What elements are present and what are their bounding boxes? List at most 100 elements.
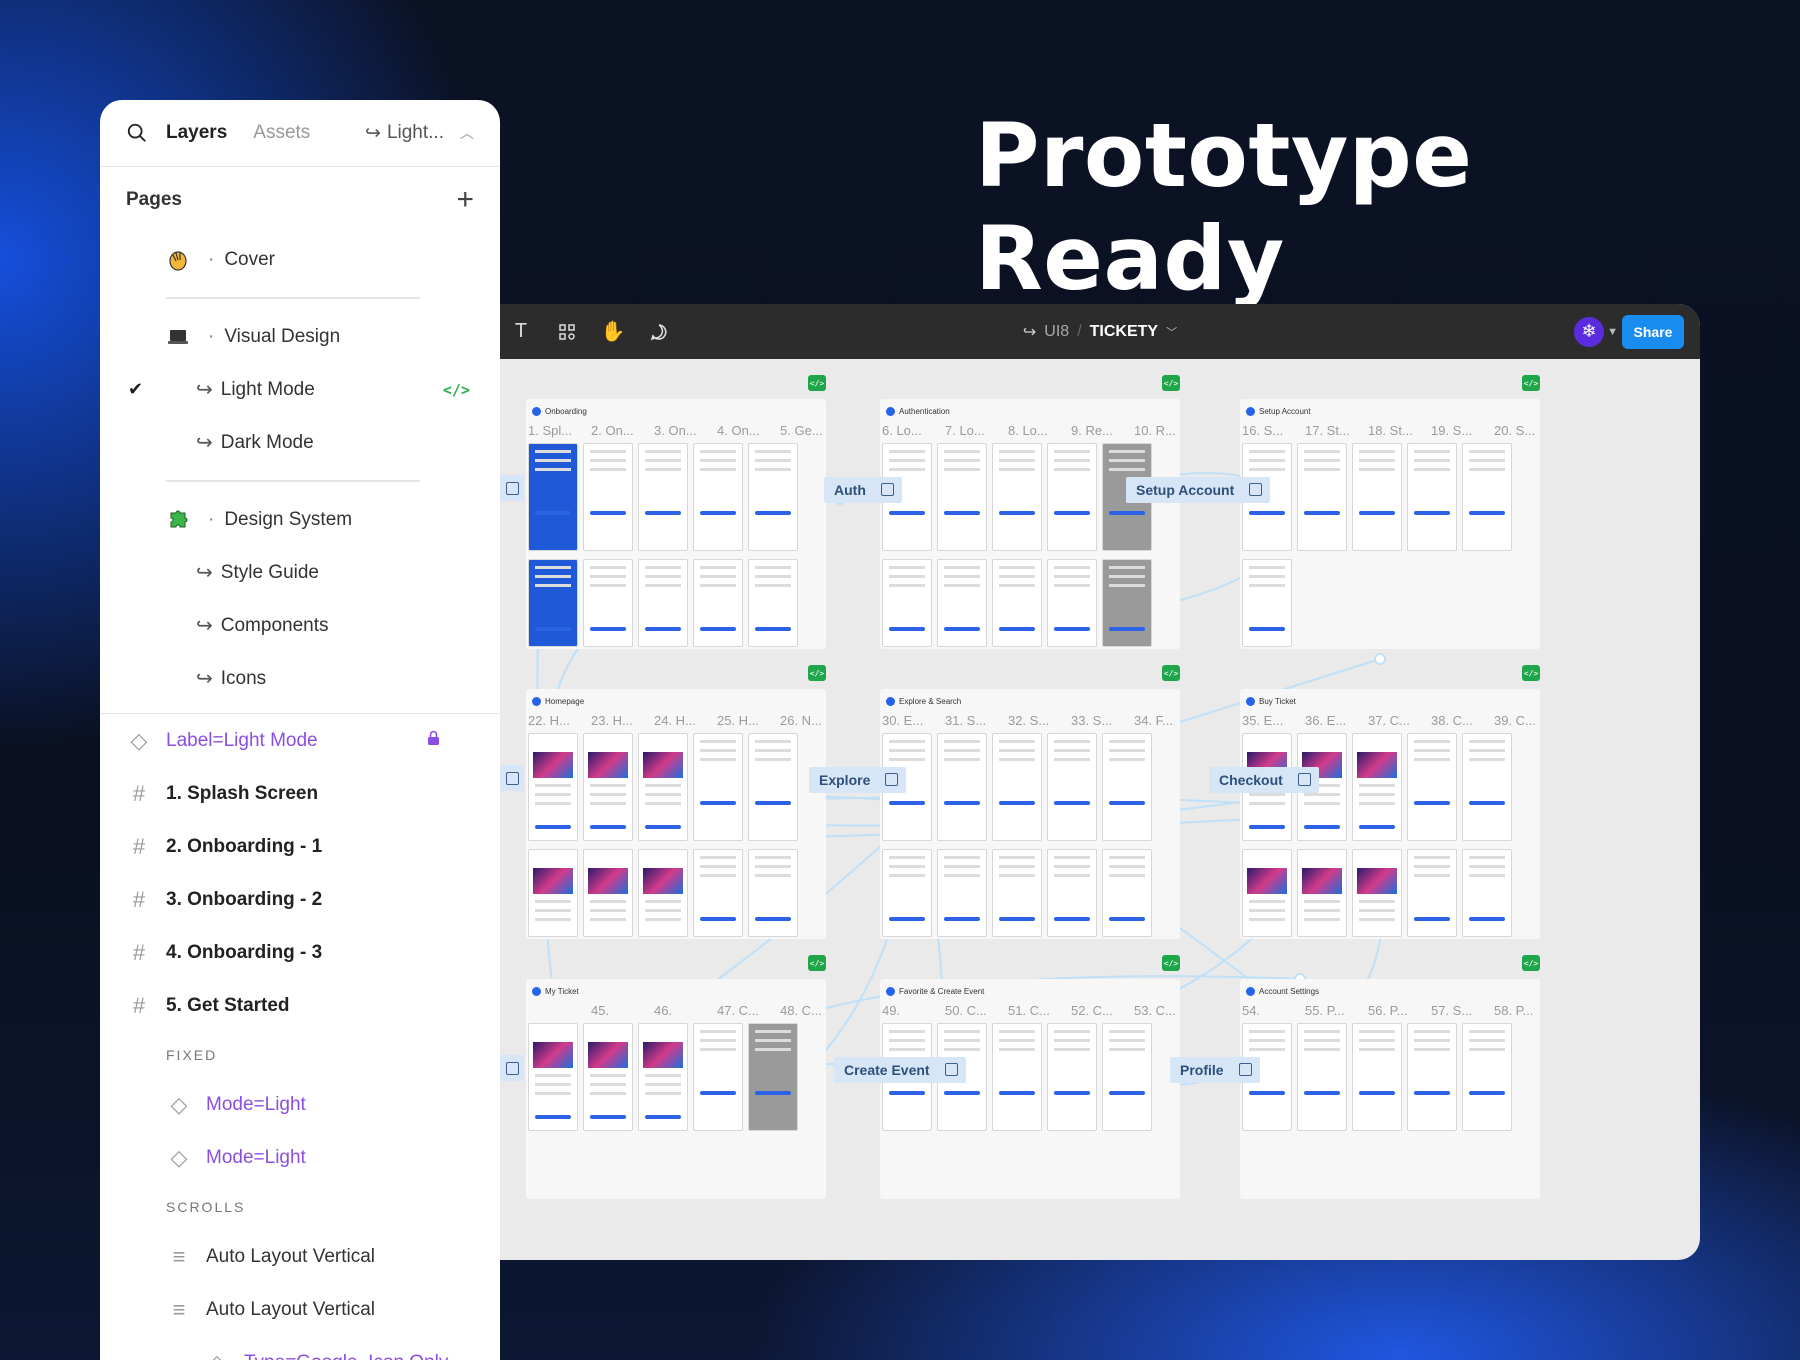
screen-thumbnail[interactable] — [1242, 849, 1292, 937]
screen-thumbnail[interactable] — [992, 559, 1042, 647]
component-tool-icon[interactable] — [556, 321, 578, 343]
layer-component-label[interactable]: ◇ Label=Light Mode — [100, 714, 500, 767]
dev-mode-code-icon[interactable]: </> — [1522, 375, 1540, 391]
layer-instance[interactable]: ◇ Type=Google, Icon Only... — [100, 1336, 500, 1360]
page-item-dark-mode[interactable]: ↪ Dark Mode — [100, 416, 500, 469]
screen-thumbnail[interactable] — [638, 849, 688, 937]
prototype-canvas[interactable]: </> Onboarding 1. Spl... 2. On... 3. On... 4.… — [500, 359, 1700, 1260]
screen-thumbnail[interactable] — [1297, 443, 1347, 551]
layer-frame[interactable]: # 1. Splash Screen — [100, 767, 500, 820]
layer-auto-layout[interactable]: ≡ Auto Layout Vertical — [100, 1283, 500, 1336]
dev-mode-code-icon[interactable]: </> — [1162, 375, 1180, 391]
screen-thumbnail[interactable] — [937, 559, 987, 647]
screen-thumbnail[interactable] — [1462, 1023, 1512, 1131]
avatar[interactable]: ❄ — [1574, 316, 1604, 347]
screen-thumbnail[interactable] — [1047, 443, 1097, 551]
dev-mode-code-icon[interactable]: </> — [1162, 955, 1180, 971]
screen-thumbnail[interactable] — [1297, 1023, 1347, 1131]
screen-thumbnail[interactable] — [1102, 733, 1152, 841]
page-item-cover[interactable]: · Cover — [100, 233, 500, 286]
flow-start-chip[interactable]: Explore — [809, 767, 907, 793]
flow-start-chip[interactable]: Auth — [824, 477, 902, 503]
screen-thumbnail[interactable] — [528, 559, 578, 647]
prototype-section[interactable]: </> Setup Account 16. S... 17. St... 18. St.… — [1240, 375, 1540, 649]
screen-thumbnail[interactable] — [882, 559, 932, 647]
chevron-down-icon[interactable]: ▼ — [1607, 326, 1618, 338]
layer-frame[interactable]: # 3. Onboarding - 2 — [100, 873, 500, 926]
prototype-section[interactable]: </> Explore & Search 30. E... 31. S... 32. S… — [880, 665, 1180, 939]
screen-thumbnail[interactable] — [937, 443, 987, 551]
screen-thumbnail[interactable] — [1047, 1023, 1097, 1131]
screen-thumbnail[interactable] — [748, 443, 798, 551]
screen-thumbnail[interactable] — [1297, 849, 1347, 937]
screen-thumbnail[interactable] — [992, 733, 1042, 841]
page-item-visual-design[interactable]: · Visual Design — [100, 310, 500, 363]
layer-frame[interactable]: # 4. Onboarding - 3 — [100, 926, 500, 979]
screen-thumbnail[interactable] — [1242, 559, 1292, 647]
prototype-section[interactable]: </> Homepage 22. H... 23. H... 24. H... 25. H… — [526, 665, 826, 939]
flow-start-icon[interactable] — [500, 765, 524, 791]
screen-thumbnail[interactable] — [1047, 733, 1097, 841]
screen-thumbnail[interactable] — [693, 443, 743, 551]
screen-thumbnail[interactable] — [1102, 559, 1152, 647]
prototype-section[interactable]: </> Buy Ticket 35. E... 36. E... 37. C... 38.… — [1240, 665, 1540, 939]
screen-thumbnail[interactable] — [1352, 849, 1402, 937]
share-button[interactable]: Share — [1622, 314, 1684, 349]
screen-thumbnail[interactable] — [1352, 443, 1402, 551]
screen-thumbnail[interactable] — [528, 1023, 578, 1131]
page-item-light-mode[interactable]: ✔ ↪ Light Mode </> — [100, 363, 500, 416]
screen-thumbnail[interactable] — [1352, 1023, 1402, 1131]
prototype-section[interactable]: </> Account Settings 54. 55. P... 56. P... 57… — [1240, 955, 1540, 1199]
dev-mode-code-icon[interactable]: </> — [1162, 665, 1180, 681]
screen-thumbnail[interactable] — [748, 733, 798, 841]
screen-thumbnail[interactable] — [937, 849, 987, 937]
dev-mode-code-icon[interactable]: </> — [808, 665, 826, 681]
hand-tool-icon[interactable]: ✋ — [601, 321, 626, 343]
screen-thumbnail[interactable] — [638, 443, 688, 551]
screen-thumbnail[interactable] — [748, 1023, 798, 1131]
screen-thumbnail[interactable] — [1102, 849, 1152, 937]
text-tool-icon[interactable]: T — [510, 320, 532, 343]
screen-thumbnail[interactable] — [1407, 1023, 1457, 1131]
comment-tool-icon[interactable] — [648, 321, 670, 343]
screen-thumbnail[interactable] — [638, 733, 688, 841]
dev-mode-code-icon[interactable]: </> — [1522, 665, 1540, 681]
file-title[interactable]: ↪ UI8 / TICKETY ﹀ — [1023, 322, 1177, 342]
flow-start-chip[interactable]: Profile — [1170, 1057, 1260, 1083]
layer-frame[interactable]: # 5. Get Started — [100, 979, 500, 1032]
screen-thumbnail[interactable] — [1407, 849, 1457, 937]
screen-thumbnail[interactable] — [1462, 733, 1512, 841]
screen-thumbnail[interactable] — [638, 559, 688, 647]
prototype-section[interactable]: </> Authentication 6. Lo... 7. Lo... 8. Lo..… — [880, 375, 1180, 649]
screen-thumbnail[interactable] — [1462, 849, 1512, 937]
prototype-section[interactable]: </> My Ticket 45. 46. 47. C... 48. C... — [526, 955, 826, 1199]
screen-thumbnail[interactable] — [1352, 733, 1402, 841]
flow-start-chip[interactable]: Create Event — [834, 1057, 966, 1083]
prototype-section[interactable]: </> Favorite & Create Event 49. 50. C... 51.… — [880, 955, 1180, 1199]
screen-thumbnail[interactable] — [992, 443, 1042, 551]
screen-thumbnail[interactable] — [1047, 559, 1097, 647]
search-icon[interactable] — [126, 122, 148, 144]
layer-instance[interactable]: ◇ Mode=Light — [100, 1131, 500, 1184]
screen-thumbnail[interactable] — [992, 1023, 1042, 1131]
screen-thumbnail[interactable] — [882, 849, 932, 937]
page-item-style-guide[interactable]: ↪ Style Guide — [100, 546, 500, 599]
flow-start-chip[interactable]: Checkout — [1209, 767, 1319, 793]
page-item-design-system[interactable]: · Design System — [100, 493, 500, 546]
screen-thumbnail[interactable] — [528, 443, 578, 551]
dev-mode-code-icon[interactable]: </> — [808, 955, 826, 971]
screen-thumbnail[interactable] — [1102, 1023, 1152, 1131]
prototype-section[interactable]: </> Onboarding 1. Spl... 2. On... 3. On... 4.… — [526, 375, 826, 649]
page-switcher[interactable]: ↪ Light... ︿ — [365, 122, 474, 145]
screen-thumbnail[interactable] — [528, 849, 578, 937]
dev-mode-code-icon[interactable]: </> — [1522, 955, 1540, 971]
tab-assets[interactable]: Assets — [253, 122, 310, 144]
screen-thumbnail[interactable] — [693, 559, 743, 647]
flow-start-icon[interactable] — [500, 1055, 524, 1081]
screen-thumbnail[interactable] — [937, 733, 987, 841]
screen-thumbnail[interactable] — [583, 733, 633, 841]
tab-layers[interactable]: Layers — [166, 122, 227, 144]
add-page-icon[interactable]: + — [456, 185, 474, 215]
screen-thumbnail[interactable] — [638, 1023, 688, 1131]
screen-thumbnail[interactable] — [583, 443, 633, 551]
